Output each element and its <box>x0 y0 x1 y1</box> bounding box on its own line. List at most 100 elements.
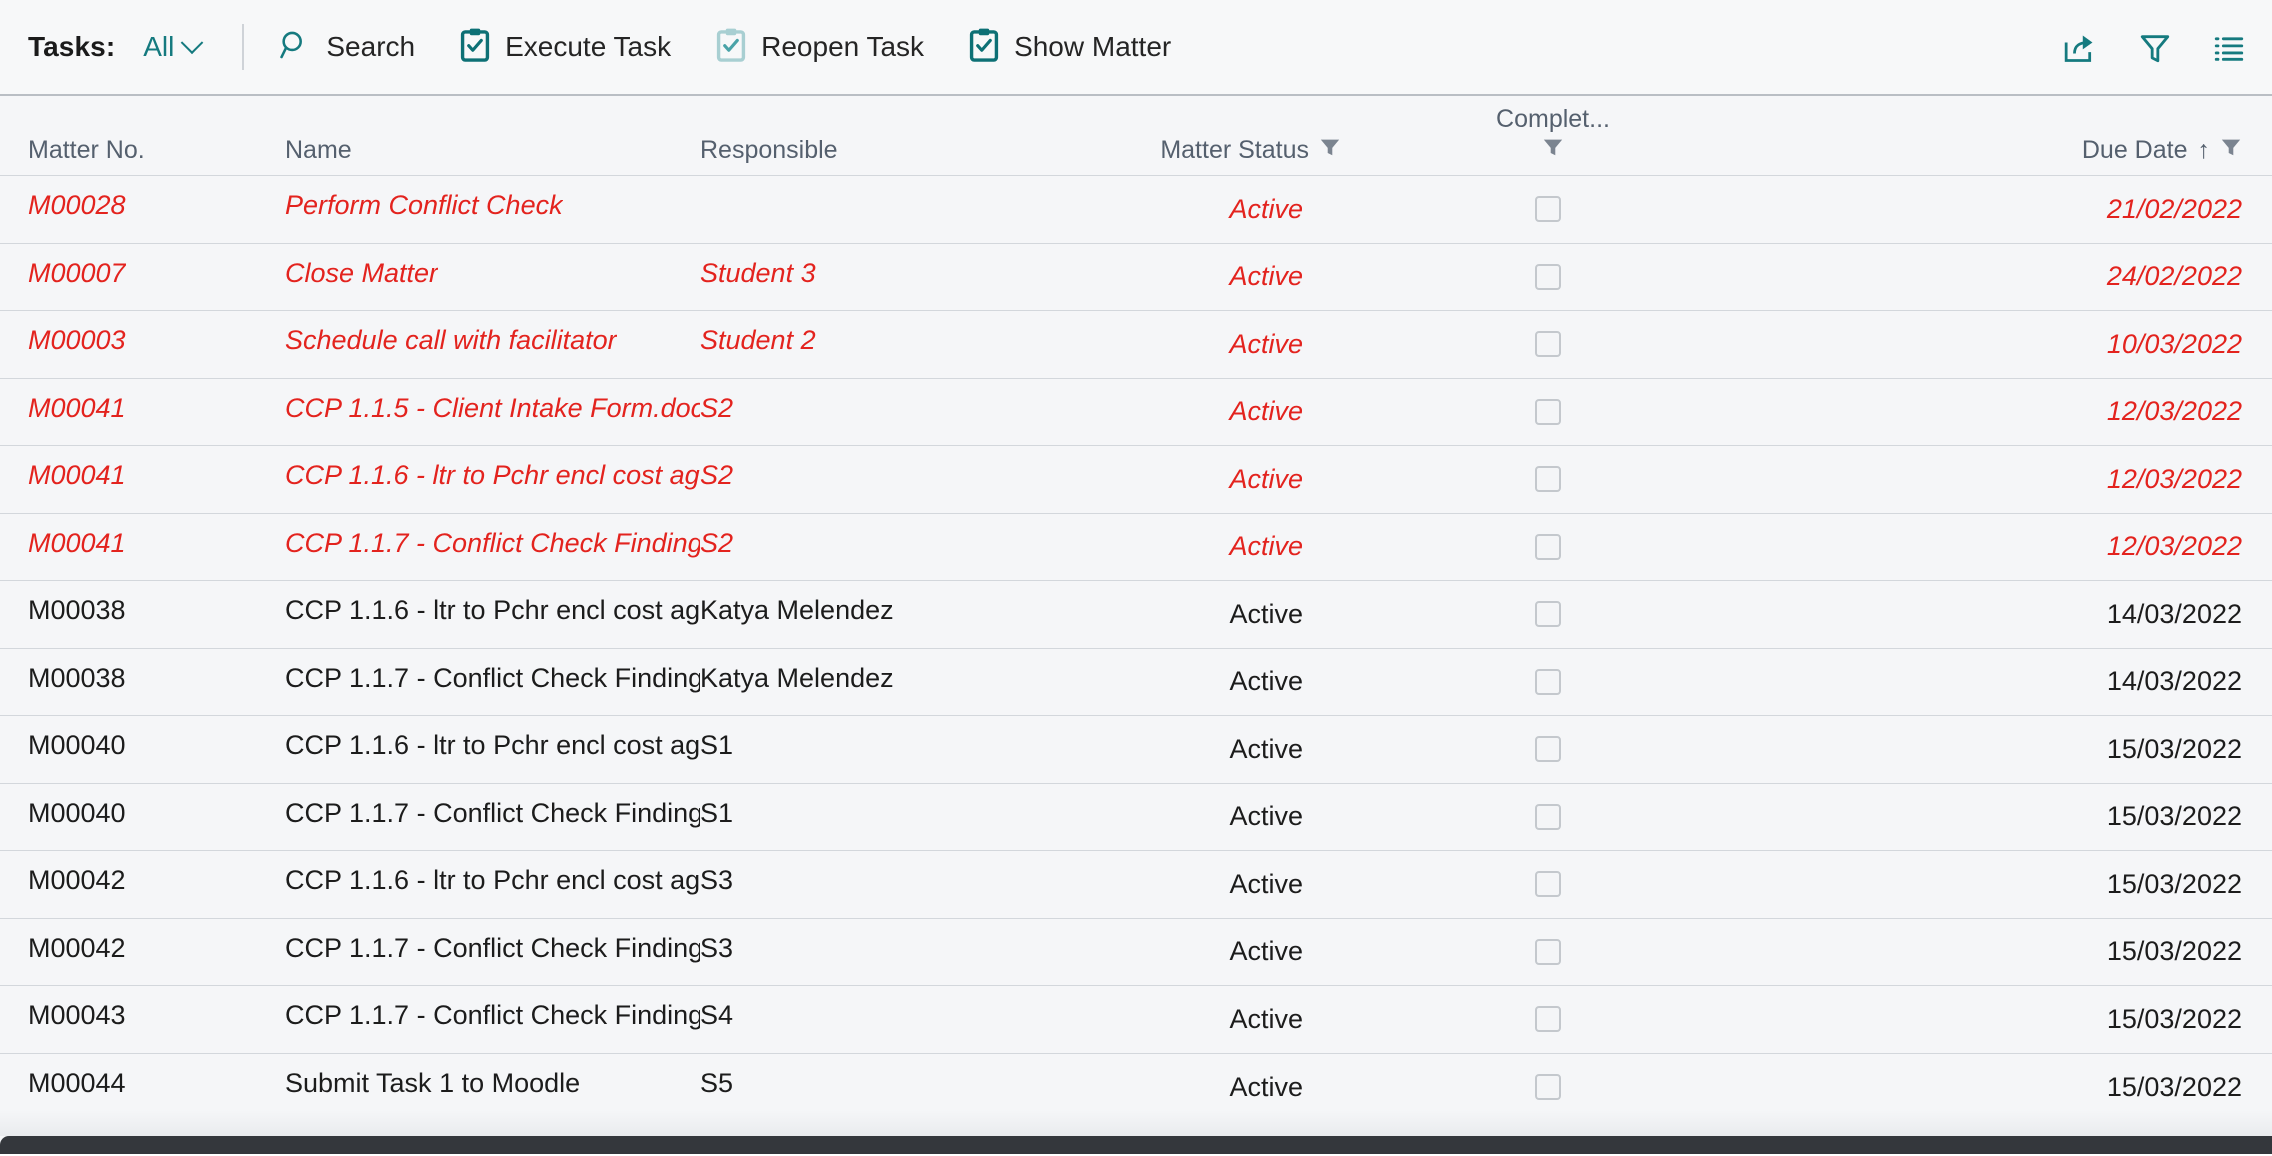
responsible-value: S2 <box>700 460 734 491</box>
due-date-value: 14/03/2022 <box>2106 666 2242 697</box>
matter-no-value: M00041 <box>28 460 126 491</box>
cell-name: CCP 1.1.7 - Conflict Check Findings.docx <box>285 663 700 701</box>
table-row[interactable]: M00038 CCP 1.1.6 - ltr to Pchr encl cost … <box>0 581 2272 649</box>
task-name-value: Submit Task 1 to Moodle <box>285 1068 581 1099</box>
table-row[interactable]: M00044 Submit Task 1 to Moodle S5 Active 15/… <box>0 1054 2272 1122</box>
cell-completed <box>1418 398 1728 425</box>
task-name-value: Close Matter <box>285 257 439 288</box>
due-date-value: 21/02/2022 <box>2106 193 2242 224</box>
cell-matter-no: M00042 <box>0 933 285 971</box>
filter-funnel-icon[interactable] <box>1319 136 1341 165</box>
cell-responsible: S3 <box>700 933 1118 971</box>
table-row[interactable]: M00040 CCP 1.1.6 - ltr to Pchr encl cost … <box>0 716 2272 784</box>
matter-no-value: M00040 <box>28 797 126 828</box>
cell-matter-no: M00041 <box>0 393 285 431</box>
responsible-value: S4 <box>700 1000 734 1031</box>
show-matter-button[interactable]: Show Matter <box>968 28 1193 67</box>
table-row[interactable]: M00041 CCP 1.1.5 - Client Intake Form.doc… <box>0 379 2272 446</box>
cell-completed <box>1418 196 1728 223</box>
responsible-value: S2 <box>700 527 734 558</box>
filter-funnel-icon[interactable] <box>1542 136 1564 165</box>
cell-matter-no: M00028 <box>0 190 285 228</box>
cell-matter-status: Active <box>1118 464 1418 495</box>
table-row[interactable]: M00042 CCP 1.1.6 - ltr to Pchr encl cost … <box>0 851 2272 919</box>
column-header-label: Matter Status <box>1160 136 1309 164</box>
completed-checkbox[interactable] <box>1535 938 1561 965</box>
task-name-value: CCP 1.1.7 - Conflict Check Findings.docx <box>285 1000 700 1031</box>
completed-checkbox[interactable] <box>1535 1074 1561 1101</box>
completed-checkbox[interactable] <box>1535 803 1561 830</box>
matter-no-value: M00028 <box>28 190 126 221</box>
cell-matter-status: Active <box>1118 869 1418 900</box>
execute-task-button[interactable]: Execute Task <box>459 28 693 67</box>
column-header-name[interactable]: Name <box>285 136 700 165</box>
completed-checkbox[interactable] <box>1535 533 1561 560</box>
cell-due-date: 12/03/2022 <box>1728 396 2272 427</box>
due-date-value: 10/03/2022 <box>2106 328 2242 359</box>
completed-checkbox[interactable] <box>1535 331 1561 358</box>
due-date-value: 15/03/2022 <box>2106 1071 2242 1102</box>
completed-checkbox[interactable] <box>1535 601 1561 628</box>
due-date-value: 12/03/2022 <box>2106 396 2242 427</box>
cell-completed <box>1418 938 1728 965</box>
table-row[interactable]: M00028 Perform Conflict Check Active 21/02/… <box>0 176 2272 244</box>
reopen-task-label: Reopen Task <box>761 31 925 62</box>
cell-matter-status: Active <box>1118 599 1418 630</box>
cell-name: CCP 1.1.5 - Client Intake Form.docx <box>285 393 700 431</box>
completed-checkbox[interactable] <box>1535 871 1561 898</box>
completed-checkbox[interactable] <box>1535 466 1561 493</box>
cell-responsible: S5 <box>700 1068 1118 1106</box>
column-header-matter-no[interactable]: Matter No. <box>0 136 285 165</box>
task-name-value: CCP 1.1.5 - Client Intake Form.docx <box>285 392 700 423</box>
completed-checkbox[interactable] <box>1535 263 1561 290</box>
task-name-value: CCP 1.1.7 - Conflict Check Findings.docx <box>285 527 700 558</box>
filter-funnel-icon[interactable] <box>2138 31 2172 65</box>
column-header-completed[interactable]: Complet... <box>1418 105 1728 165</box>
matter-no-value: M00041 <box>28 392 126 423</box>
search-button[interactable]: Search <box>278 28 437 67</box>
due-date-value: 15/03/2022 <box>2106 1003 2242 1034</box>
table-row[interactable]: M00043 CCP 1.1.7 - Conflict Check Finding… <box>0 986 2272 1054</box>
completed-checkbox[interactable] <box>1535 398 1561 425</box>
cell-matter-status: Active <box>1118 531 1418 562</box>
column-header-responsible[interactable]: Responsible <box>700 136 1118 165</box>
matter-no-value: M00041 <box>28 527 126 558</box>
clipboard-check-icon <box>459 28 491 67</box>
table-row[interactable]: M00003 Schedule call with facilitator Stud… <box>0 311 2272 379</box>
horizontal-scrollbar[interactable] <box>0 1136 2272 1154</box>
table-row[interactable]: M00041 CCP 1.1.7 - Conflict Check Finding… <box>0 514 2272 581</box>
sort-ascending-icon[interactable]: ↑ <box>2198 136 2211 165</box>
completed-checkbox[interactable] <box>1535 736 1561 763</box>
filter-funnel-icon[interactable] <box>2220 136 2242 165</box>
column-header-due-date[interactable]: Due Date ↑ <box>1728 136 2272 165</box>
tasks-label: Tasks: <box>28 31 116 62</box>
completed-checkbox[interactable] <box>1535 668 1561 695</box>
column-header-matter-status[interactable]: Matter Status <box>1118 136 1418 165</box>
table-row[interactable]: M00038 CCP 1.1.7 - Conflict Check Finding… <box>0 649 2272 716</box>
share-export-icon[interactable] <box>2062 31 2098 65</box>
cell-completed <box>1418 263 1728 290</box>
status-badge: Active <box>1229 936 1303 967</box>
reopen-task-button[interactable]: Reopen Task <box>715 28 946 67</box>
due-date-value: 15/03/2022 <box>2106 801 2242 832</box>
column-header-label: Responsible <box>700 136 838 164</box>
matter-no-value: M00007 <box>28 257 126 288</box>
table-row[interactable]: M00042 CCP 1.1.7 - Conflict Check Finding… <box>0 919 2272 986</box>
table-row[interactable]: M00040 CCP 1.1.7 - Conflict Check Finding… <box>0 784 2272 851</box>
grid-rows: M00028 Perform Conflict Check Active 21/02/… <box>0 176 2272 1121</box>
completed-checkbox[interactable] <box>1535 196 1561 223</box>
toolbar-right-icons <box>2062 0 2246 96</box>
task-name-value: CCP 1.1.6 - ltr to Pchr encl cost agreem… <box>285 460 700 491</box>
table-row[interactable]: M00007 Close Matter Student 3 Active 24/02/2… <box>0 244 2272 311</box>
cell-responsible: S3 <box>700 865 1118 903</box>
completed-checkbox[interactable] <box>1535 1006 1561 1033</box>
status-badge: Active <box>1229 396 1303 427</box>
matter-no-value: M00043 <box>28 1000 126 1031</box>
table-row[interactable]: M00041 CCP 1.1.6 - ltr to Pchr encl cost … <box>0 446 2272 514</box>
tasks-filter-dropdown[interactable]: All <box>143 31 204 63</box>
cell-matter-no: M00041 <box>0 528 285 566</box>
cell-completed <box>1418 803 1728 830</box>
cell-completed <box>1418 331 1728 358</box>
cell-matter-no: M00043 <box>0 1000 285 1038</box>
list-options-icon[interactable] <box>2212 31 2246 65</box>
